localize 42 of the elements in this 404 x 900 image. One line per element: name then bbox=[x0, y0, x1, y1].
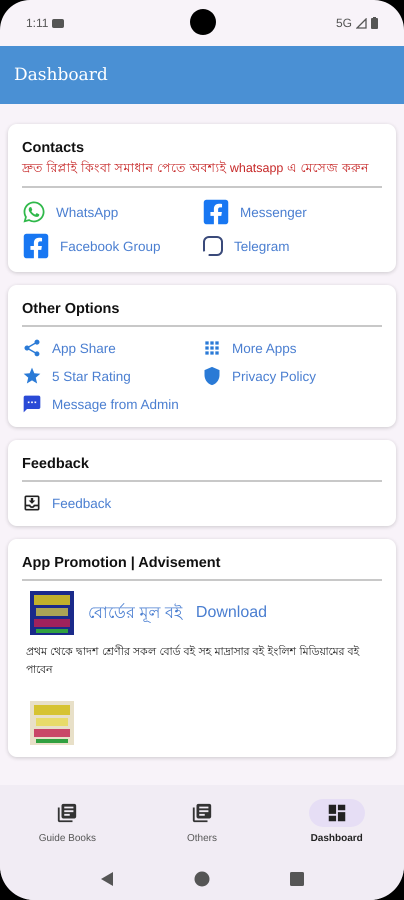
link-item[interactable]: App Share bbox=[22, 337, 202, 359]
link-item[interactable]: Messenger bbox=[202, 198, 382, 226]
star-icon bbox=[22, 366, 42, 386]
telegram-icon bbox=[202, 235, 224, 257]
facebook-icon bbox=[202, 198, 230, 226]
app-name: বোর্ডের মূল বই bbox=[88, 602, 182, 625]
link-item[interactable]: More Apps bbox=[202, 337, 382, 359]
home-icon[interactable] bbox=[194, 870, 210, 886]
link-item[interactable]: Feedback bbox=[22, 492, 202, 514]
nav-tab[interactable]: Dashboard bbox=[269, 785, 404, 857]
link-item[interactable]: Message from Admin bbox=[22, 393, 202, 415]
back-icon[interactable] bbox=[100, 870, 114, 886]
nav-tab[interactable]: Guide Books bbox=[0, 785, 135, 857]
card-title: Feedback bbox=[22, 456, 90, 472]
whatsapp-icon bbox=[22, 200, 46, 224]
signal-icon bbox=[356, 18, 367, 28]
link-item[interactable]: 5 Star Rating bbox=[22, 365, 202, 387]
card-title: App Promotion | Advisement bbox=[22, 555, 222, 571]
shield-icon bbox=[202, 366, 222, 386]
download-link[interactable]: Download bbox=[196, 604, 268, 622]
share-icon bbox=[22, 338, 42, 358]
link-item[interactable]: Telegram bbox=[202, 232, 382, 260]
nav-tab[interactable]: Others bbox=[134, 785, 270, 857]
link-item[interactable]: Privacy Policy bbox=[202, 365, 382, 387]
inbox-icon bbox=[22, 493, 42, 513]
battery-icon bbox=[371, 17, 378, 29]
app-title: Dashboard bbox=[14, 65, 108, 85]
time-text: 1:11 bbox=[26, 16, 48, 30]
card-title: Contacts bbox=[22, 140, 86, 156]
link-item[interactable]: Facebook Group bbox=[22, 232, 202, 260]
facebook-icon bbox=[22, 232, 50, 260]
camera-cutout bbox=[190, 9, 216, 35]
link-item[interactable]: WhatsApp bbox=[22, 198, 202, 226]
network-text: 5G bbox=[336, 16, 352, 30]
books-icon bbox=[191, 802, 213, 824]
app-description: প্রথম থেকে দ্বাদশ শ্রেণীর সকল বোর্ড বই সহ মাদ্রাসার বই ইংলিশ মিডিয়ামের বই পাবেন bbox=[26, 644, 361, 678]
books-icon bbox=[56, 802, 78, 824]
card-title: Other Options bbox=[22, 301, 120, 317]
notice-text: দ্রুত রিপ্লাই কিংবা সমাধান পেতে অবশ্যই whatsapp এ মেসেজ করুন bbox=[22, 160, 370, 177]
notification-icon bbox=[52, 18, 64, 28]
message-icon bbox=[22, 394, 42, 414]
recents-icon[interactable] bbox=[290, 872, 304, 886]
